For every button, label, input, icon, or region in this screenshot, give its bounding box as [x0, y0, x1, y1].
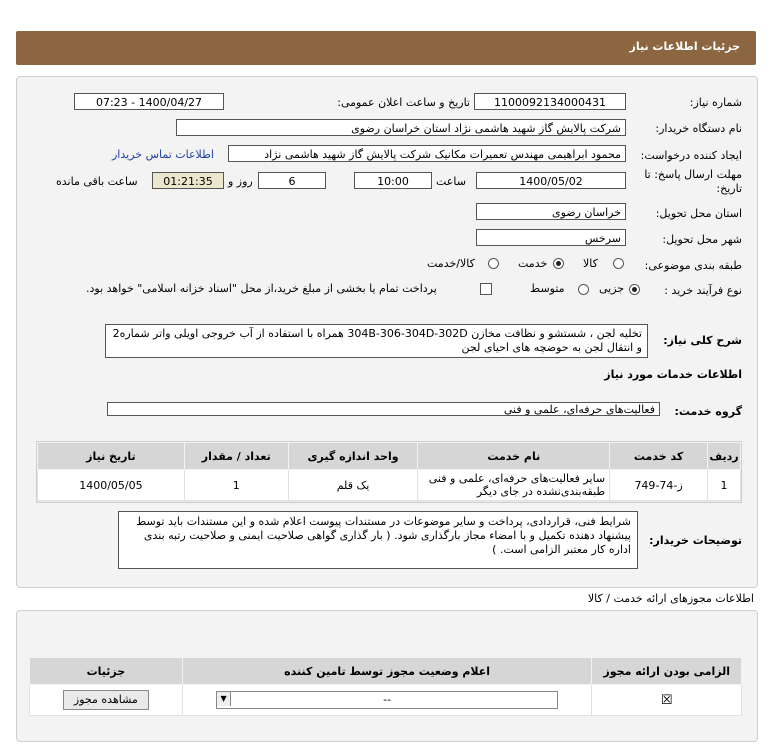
buyer-contact-link[interactable]: اطلاعات تماس خریدار: [112, 148, 214, 161]
buyer-org-label: نام دستگاه خریدار:: [655, 122, 742, 135]
col-permit-status: اعلام وضعیت مجوز توسط تامین کننده: [181, 657, 593, 685]
delivery-city-label: شهر محل تحویل:: [662, 233, 742, 246]
service-group-field: فعالیت‌های حرفه‌ای، علمی و فنی: [107, 402, 660, 416]
creator-label: ایجاد کننده درخواست:: [640, 149, 742, 162]
purchase-radio-medium[interactable]: [578, 284, 589, 295]
days-remaining-field: 6: [258, 172, 326, 189]
buyer-notes-label: توضیحات خریدار:: [649, 534, 742, 547]
description-text: تخلیه لجن ، شستشو و نظافت مخازن 304B-306…: [105, 324, 648, 358]
delivery-province-field: خراسان رضوی: [476, 203, 626, 220]
services-section-title: اطلاعات خدمات مورد نیاز: [604, 368, 742, 381]
category-radio-service[interactable]: [553, 258, 564, 269]
page-title: جزئیات اطلاعات نیاز: [629, 40, 741, 53]
remaining-time-field: 01:21:35: [152, 172, 224, 189]
category-radio-goods[interactable]: [613, 258, 624, 269]
permit-required-cell: ☒: [591, 684, 742, 716]
deadline-date-label: تاریخ:: [716, 182, 742, 195]
col-permit-details: جزئیات: [29, 657, 183, 685]
service-table-container: ردیف کد خدمت نام خدمت واحد اندازه گیری ت…: [36, 441, 742, 503]
purchase-option-medium: متوسط: [530, 282, 565, 295]
table-row: 1 ز-74-749 سایر فعالیت‌های حرفه‌ای، علمی…: [37, 469, 741, 501]
purchase-type-label: نوع فرآیند خرید :: [664, 284, 742, 297]
remaining-time-label: ساعت باقی مانده: [56, 175, 138, 188]
description-label: شرح کلی نیاز:: [663, 334, 742, 347]
category-option-goods-service: کالا/خدمت: [427, 257, 475, 270]
cell-unit: یک قلم: [287, 469, 419, 501]
purchase-option-minor: جزیی: [599, 282, 625, 295]
category-option-goods: کالا: [583, 257, 598, 270]
buyer-org-field: شرکت پالایش گاز شهید هاشمی نژاد استان خر…: [176, 119, 626, 136]
deadline-time-field: 10:00: [354, 172, 432, 189]
permits-section-title: اطلاعات مجوزهای ارائه خدمت / کالا: [587, 592, 754, 605]
treasury-payment-text: پرداخت تمام یا بخشی از مبلغ خرید،از محل …: [86, 282, 437, 295]
col-row-number: ردیف: [707, 442, 741, 470]
treasury-payment-checkbox[interactable]: [480, 283, 492, 295]
service-table: ردیف کد خدمت نام خدمت واحد اندازه گیری ت…: [37, 442, 741, 501]
permit-status-cell: -- ▼: [181, 684, 593, 716]
col-service-name: نام خدمت: [417, 442, 611, 470]
creator-field: محمود ابراهیمی مهندس تعمیرات مکانیک شرکت…: [228, 145, 626, 162]
col-need-date: تاریخ نیاز: [37, 442, 185, 470]
page-header: جزئیات اطلاعات نیاز: [16, 31, 756, 65]
cell-need-date: 1400/05/05: [37, 469, 185, 501]
purchase-radio-minor[interactable]: [629, 284, 640, 295]
service-group-label: گروه خدمت:: [674, 405, 742, 418]
service-table-header-row: ردیف کد خدمت نام خدمت واحد اندازه گیری ت…: [37, 442, 741, 470]
need-number-label: شماره نیاز:: [689, 96, 742, 109]
delivery-city-field: سرخس: [476, 229, 626, 246]
category-radio-goods-service[interactable]: [488, 258, 499, 269]
checkbox-checked-icon: ☒: [660, 692, 673, 708]
buyer-notes-text: شرایط فنی، قراردادی، پرداخت و سایر موضوع…: [118, 511, 638, 569]
permits-table: الزامی بودن ارائه مجوز اعلام وضعیت مجوز …: [29, 657, 742, 716]
days-label: روز و: [228, 175, 253, 188]
announce-datetime-field: 1400/04/27 - 07:23: [74, 93, 224, 110]
deadline-date-field: 1400/05/02: [476, 172, 626, 189]
col-permit-required: الزامی بودن ارائه مجوز: [591, 657, 742, 685]
delivery-province-label: استان محل تحویل:: [655, 207, 742, 220]
view-permit-button[interactable]: مشاهده مجوز: [62, 690, 149, 710]
deadline-label: مهلت ارسال پاسخ: تا: [644, 168, 742, 181]
permits-table-header-row: الزامی بودن ارائه مجوز اعلام وضعیت مجوز …: [29, 657, 742, 685]
category-label: طبقه بندی موضوعی:: [644, 259, 742, 272]
permit-status-select[interactable]: -- ▼: [216, 691, 559, 709]
col-service-code: کد خدمت: [609, 442, 709, 470]
table-row: ☒ -- ▼ مشاهده مجوز: [29, 684, 742, 716]
permit-status-value: --: [383, 693, 392, 706]
permit-details-cell: مشاهده مجوز: [29, 684, 183, 716]
cell-service-name: سایر فعالیت‌های حرفه‌ای، علمی و فنی طبقه…: [417, 469, 611, 501]
announce-datetime-label: تاریخ و ساعت اعلان عمومی:: [337, 96, 470, 109]
category-option-service: خدمت: [518, 257, 548, 270]
cell-service-code: ز-74-749: [609, 469, 709, 501]
cell-quantity: 1: [183, 469, 289, 501]
col-quantity: تعداد / مقدار: [183, 442, 289, 470]
col-unit: واحد اندازه گیری: [287, 442, 419, 470]
need-number-field: 1100092134000431: [474, 93, 626, 110]
chevron-down-icon: ▼: [217, 692, 232, 706]
deadline-time-label: ساعت: [436, 175, 466, 188]
cell-row-number: 1: [707, 469, 741, 501]
